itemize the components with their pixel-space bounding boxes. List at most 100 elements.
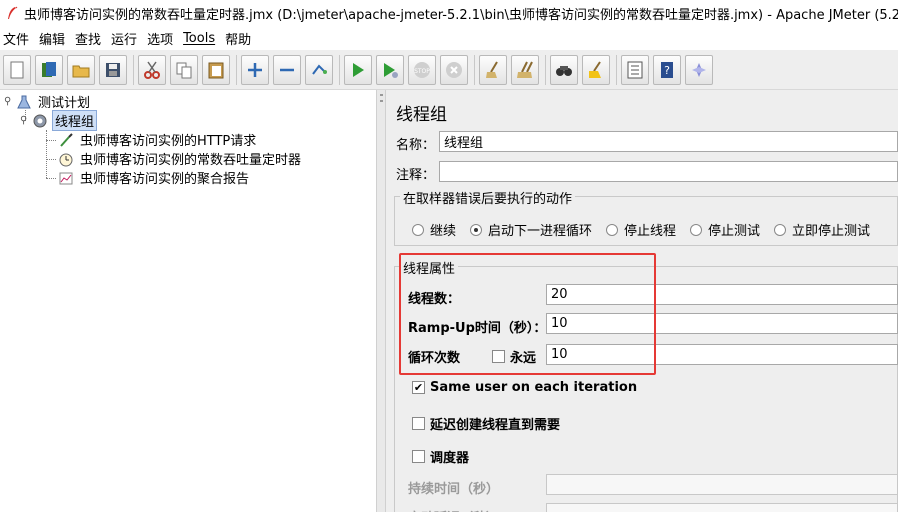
svg-text:?: ?: [664, 64, 670, 77]
tree-label: 虫师博客访问实例的常数吞吐量定时器: [80, 153, 302, 168]
shutdown-button[interactable]: [440, 54, 468, 85]
tree-label: 虫师博客访问实例的HTTP请求: [80, 134, 257, 149]
test-plan-icon: [16, 94, 32, 110]
shutdown-icon: [446, 61, 462, 78]
new-button[interactable]: [3, 54, 31, 85]
toolbar-separator: [236, 54, 237, 85]
tree-item-http-request[interactable]: 虫师博客访问实例的HTTP请求: [58, 130, 258, 149]
tree-connector: [46, 178, 56, 179]
open-button[interactable]: [67, 54, 95, 85]
duration-input[interactable]: [546, 474, 898, 495]
report-chart-icon: [58, 170, 74, 186]
reset-search-button[interactable]: [582, 54, 610, 85]
collapse-button[interactable]: [273, 54, 301, 85]
jmeter-feather-icon: [6, 6, 18, 20]
copy-icon: [176, 62, 192, 78]
clear-button[interactable]: [479, 54, 507, 85]
split-pane-divider[interactable]: [376, 90, 386, 512]
checkbox-label: 延迟创建线程直到需要: [430, 418, 561, 433]
radio-circle-icon: [412, 223, 424, 236]
expand-button[interactable]: [241, 54, 269, 85]
help-button[interactable]: ?: [653, 54, 681, 85]
radio-continue[interactable]: 继续: [412, 220, 456, 239]
save-icon: [106, 62, 120, 77]
radio-label: 立即停止测试: [792, 224, 871, 239]
start-button[interactable]: [344, 54, 372, 85]
toolbar: STOP ?: [0, 50, 898, 90]
tree-label: 线程组: [52, 110, 98, 131]
pipette-icon: [58, 132, 74, 148]
paste-icon: [208, 62, 224, 78]
startup-delay-input[interactable]: [546, 503, 898, 512]
radio-start-next-loop[interactable]: 启动下一进程循环: [470, 220, 592, 239]
toggle-button[interactable]: [305, 54, 333, 85]
panel-title: 线程组: [396, 105, 447, 125]
comment-label: 注释：: [396, 168, 436, 183]
tree-connector: [46, 140, 56, 141]
tree-item-timer[interactable]: 虫师博客访问实例的常数吞吐量定时器: [58, 149, 303, 168]
save-button[interactable]: [99, 54, 127, 85]
menu-options[interactable]: 选项: [144, 29, 180, 48]
expand-icon: [248, 62, 262, 77]
remote-button[interactable]: [685, 54, 713, 85]
paste-button[interactable]: [202, 54, 230, 85]
tree-connector: [46, 159, 56, 160]
radio-stop-thread[interactable]: 停止线程: [606, 220, 676, 239]
tree-item-test-plan[interactable]: ⚲ 测试计划: [4, 92, 92, 111]
stop-button[interactable]: STOP: [408, 54, 436, 85]
radio-label: 停止线程: [624, 224, 677, 239]
search-icon: [556, 65, 572, 76]
menu-file[interactable]: 文件: [0, 29, 36, 48]
clear-all-button[interactable]: [511, 54, 539, 85]
expand-toggle-icon[interactable]: ⚲: [20, 115, 32, 126]
menu-help[interactable]: 帮助: [222, 29, 258, 48]
delay-thread-creation-checkbox[interactable]: 延迟创建线程直到需要: [412, 414, 560, 433]
function-helper-icon: [627, 61, 643, 78]
splitter-grip: [380, 100, 383, 102]
start-icon: [353, 62, 364, 77]
new-icon: [10, 61, 24, 78]
help-icon: ?: [661, 61, 673, 78]
menu-bar: 文件 编辑 查找 运行 选项 Tools 帮助: [0, 26, 898, 50]
stopwatch-icon: [58, 151, 74, 167]
checkbox-label: Same user on each iteration: [430, 380, 638, 395]
function-helper-button[interactable]: [621, 54, 649, 85]
tree-item-aggregate-report[interactable]: 虫师博客访问实例的聚合报告: [58, 168, 251, 187]
menu-edit[interactable]: 编辑: [36, 29, 72, 48]
copy-button[interactable]: [170, 54, 198, 85]
error-group-title: 在取样器错误后要执行的动作: [400, 188, 576, 207]
checkbox-box: [412, 450, 425, 463]
start-no-pause-button[interactable]: [376, 54, 404, 85]
toolbar-separator: [339, 54, 340, 85]
menu-run[interactable]: 运行: [108, 29, 144, 48]
same-user-checkbox[interactable]: ✔ Same user on each iteration: [412, 380, 637, 395]
comment-input[interactable]: [439, 161, 898, 182]
radio-circle-icon: [690, 223, 702, 236]
name-input[interactable]: [439, 131, 898, 152]
search-button[interactable]: [550, 54, 578, 85]
toolbar-separator: [133, 54, 134, 85]
window-title-bar: 虫师博客访问实例的常数吞吐量定时器.jmx (D:\jmeter\apache-…: [0, 0, 898, 26]
duration-label: 持续时间（秒）: [408, 482, 500, 497]
startup-delay-label: 启动延迟（秒）: [408, 507, 499, 512]
radio-label: 启动下一进程循环: [488, 224, 593, 239]
checkbox-box: [412, 417, 425, 430]
scheduler-checkbox[interactable]: 调度器: [412, 447, 469, 466]
toggle-icon: [312, 63, 327, 75]
reset-search-icon: [589, 60, 601, 78]
radio-label: 停止测试: [708, 224, 761, 239]
collapse-icon: [280, 68, 294, 71]
menu-tools[interactable]: Tools: [180, 31, 222, 46]
templates-button[interactable]: [35, 54, 63, 85]
tree-item-thread-group[interactable]: ⚲ 线程组: [20, 110, 98, 131]
menu-search[interactable]: 查找: [72, 29, 108, 48]
tree-connector: [46, 130, 47, 178]
expand-toggle-icon[interactable]: ⚲: [4, 96, 16, 107]
radio-stop-test-now[interactable]: 立即停止测试: [774, 220, 870, 239]
cut-button[interactable]: [138, 54, 166, 85]
radio-stop-test[interactable]: 停止测试: [690, 220, 760, 239]
toolbar-separator: [545, 54, 546, 85]
window-title: 虫师博客访问实例的常数吞吐量定时器.jmx (D:\jmeter\apache-…: [24, 7, 898, 23]
remote-icon: [692, 62, 706, 77]
cut-icon: [144, 61, 160, 79]
